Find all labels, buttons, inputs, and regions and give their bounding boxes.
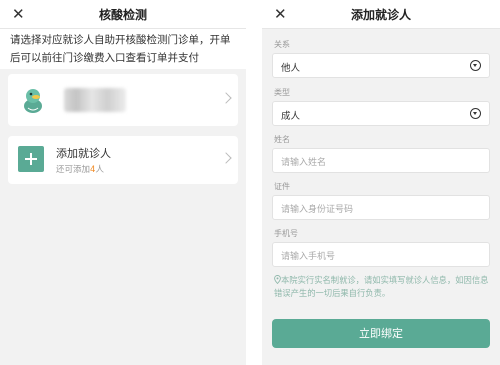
real-name-notice: 本院实行实名制就诊，请如实填写就诊人信息，如因信息错误产生的一切后果自行负责。: [274, 275, 489, 298]
page-title: 添加就诊人: [350, 8, 411, 22]
name-label: 姓名: [274, 135, 290, 144]
name-input[interactable]: 请输入姓名: [272, 148, 490, 173]
patient-name-redacted: [64, 88, 126, 112]
plus-icon: [18, 146, 44, 172]
remaining-count-text: 还可添加4人: [56, 165, 104, 175]
instruction-text: 请选择对应就诊人自助开核酸检测门诊单，开单后可以前往门诊缴费入口查看订单并支付: [0, 29, 246, 69]
bind-submit-button[interactable]: 立即绑定: [272, 319, 490, 348]
nucleic-test-screen: ✕ 核酸检测 请选择对应就诊人自助开核酸检测门诊单，开单后可以前往门诊缴费入口查…: [0, 0, 246, 365]
header-bar: ✕ 核酸检测: [0, 0, 246, 29]
patient-card[interactable]: [8, 74, 238, 126]
id-label: 证件: [274, 182, 290, 191]
add-patient-label: 添加就诊人: [56, 147, 111, 160]
relation-select[interactable]: 他人: [272, 53, 490, 78]
header-bar: ✕ 添加就诊人: [262, 0, 500, 29]
name-placeholder: 请输入姓名: [281, 158, 327, 168]
type-select[interactable]: 成人: [272, 101, 490, 126]
phone-placeholder: 请输入手机号: [281, 252, 336, 262]
add-patient-screen: ✕ 添加就诊人 关系 他人 类型 成人 姓名 请输入姓名 证件 请输入身份证号码…: [262, 0, 500, 365]
id-placeholder: 请输入身份证号码: [281, 205, 354, 215]
id-number-input[interactable]: 请输入身份证号码: [272, 195, 490, 220]
relation-label: 关系: [274, 40, 290, 49]
chevron-right-icon: [220, 92, 232, 104]
relation-value: 他人: [281, 63, 301, 74]
type-label: 类型: [274, 88, 290, 97]
phone-input[interactable]: 请输入手机号: [272, 242, 490, 267]
add-patient-card[interactable]: 添加就诊人 还可添加4人: [8, 136, 238, 184]
dropdown-icon: [470, 108, 481, 119]
phone-label: 手机号: [274, 229, 298, 238]
type-value: 成人: [281, 111, 301, 122]
chevron-right-icon: [220, 152, 232, 164]
location-pin-icon: [274, 275, 281, 285]
dropdown-icon: [470, 60, 481, 71]
page-title: 核酸检测: [98, 8, 147, 22]
duck-avatar-icon: [24, 89, 42, 113]
